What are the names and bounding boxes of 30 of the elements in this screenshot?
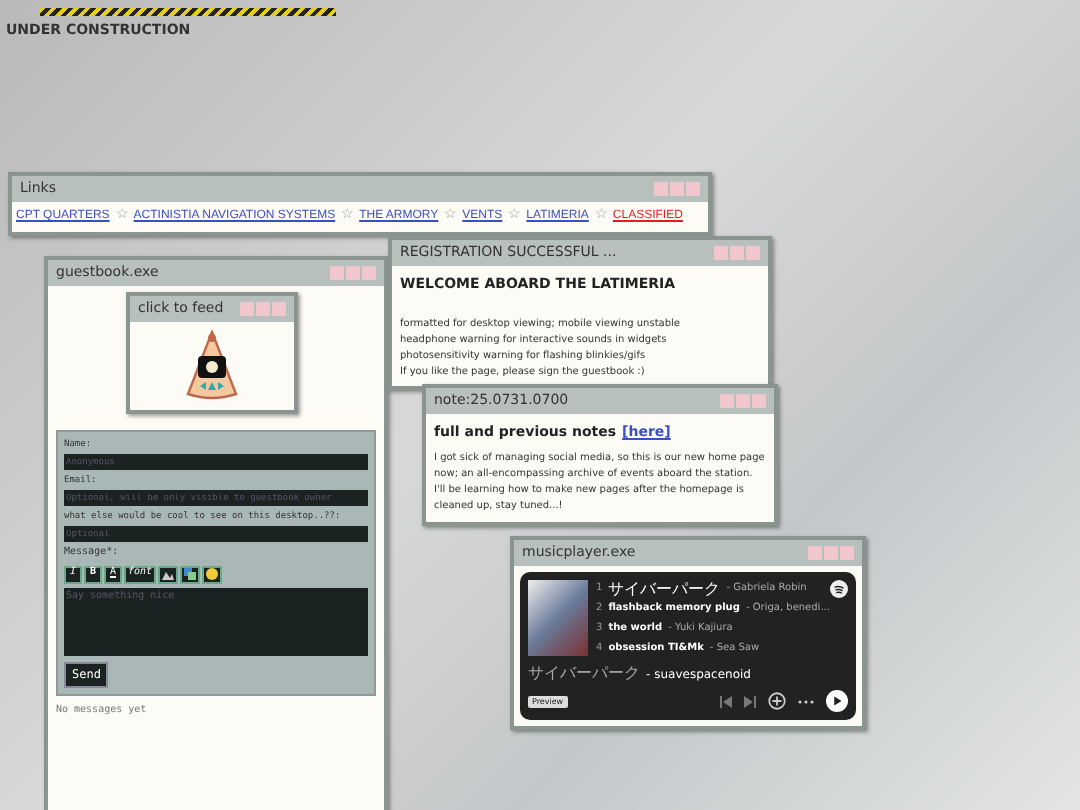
music-logo-icon — [830, 580, 848, 598]
maximize-button[interactable] — [824, 546, 838, 560]
maximize-button[interactable] — [346, 266, 360, 280]
track-title: サイバーパーク — [608, 580, 721, 598]
album-art-placeholder — [528, 580, 588, 656]
virtual-pet-drawing[interactable] — [184, 330, 240, 402]
close-button[interactable] — [686, 182, 700, 196]
close-button[interactable] — [746, 246, 760, 260]
close-button[interactable] — [752, 394, 766, 408]
minimize-button[interactable] — [240, 302, 254, 316]
minimize-button[interactable] — [714, 246, 728, 260]
add-icon[interactable] — [768, 692, 786, 710]
smiley-icon[interactable] — [202, 565, 223, 583]
close-button[interactable] — [272, 302, 286, 316]
maximize-button[interactable] — [730, 246, 744, 260]
now-playing-title: サイバーパーク — [528, 662, 640, 686]
maximize-button[interactable] — [256, 302, 270, 316]
minimize-button[interactable] — [720, 394, 734, 408]
image-icon[interactable] — [158, 565, 179, 583]
minimize-button[interactable] — [808, 546, 822, 560]
close-button[interactable] — [840, 546, 854, 560]
play-icon[interactable] — [826, 690, 848, 712]
picture-icon[interactable] — [180, 565, 201, 583]
previous-icon[interactable] — [720, 695, 732, 707]
minimize-button[interactable] — [330, 266, 344, 280]
next-icon[interactable] — [744, 695, 756, 707]
close-button[interactable] — [362, 266, 376, 280]
maximize-button[interactable] — [670, 182, 684, 196]
minimize-button[interactable] — [654, 182, 668, 196]
maximize-button[interactable] — [736, 394, 750, 408]
